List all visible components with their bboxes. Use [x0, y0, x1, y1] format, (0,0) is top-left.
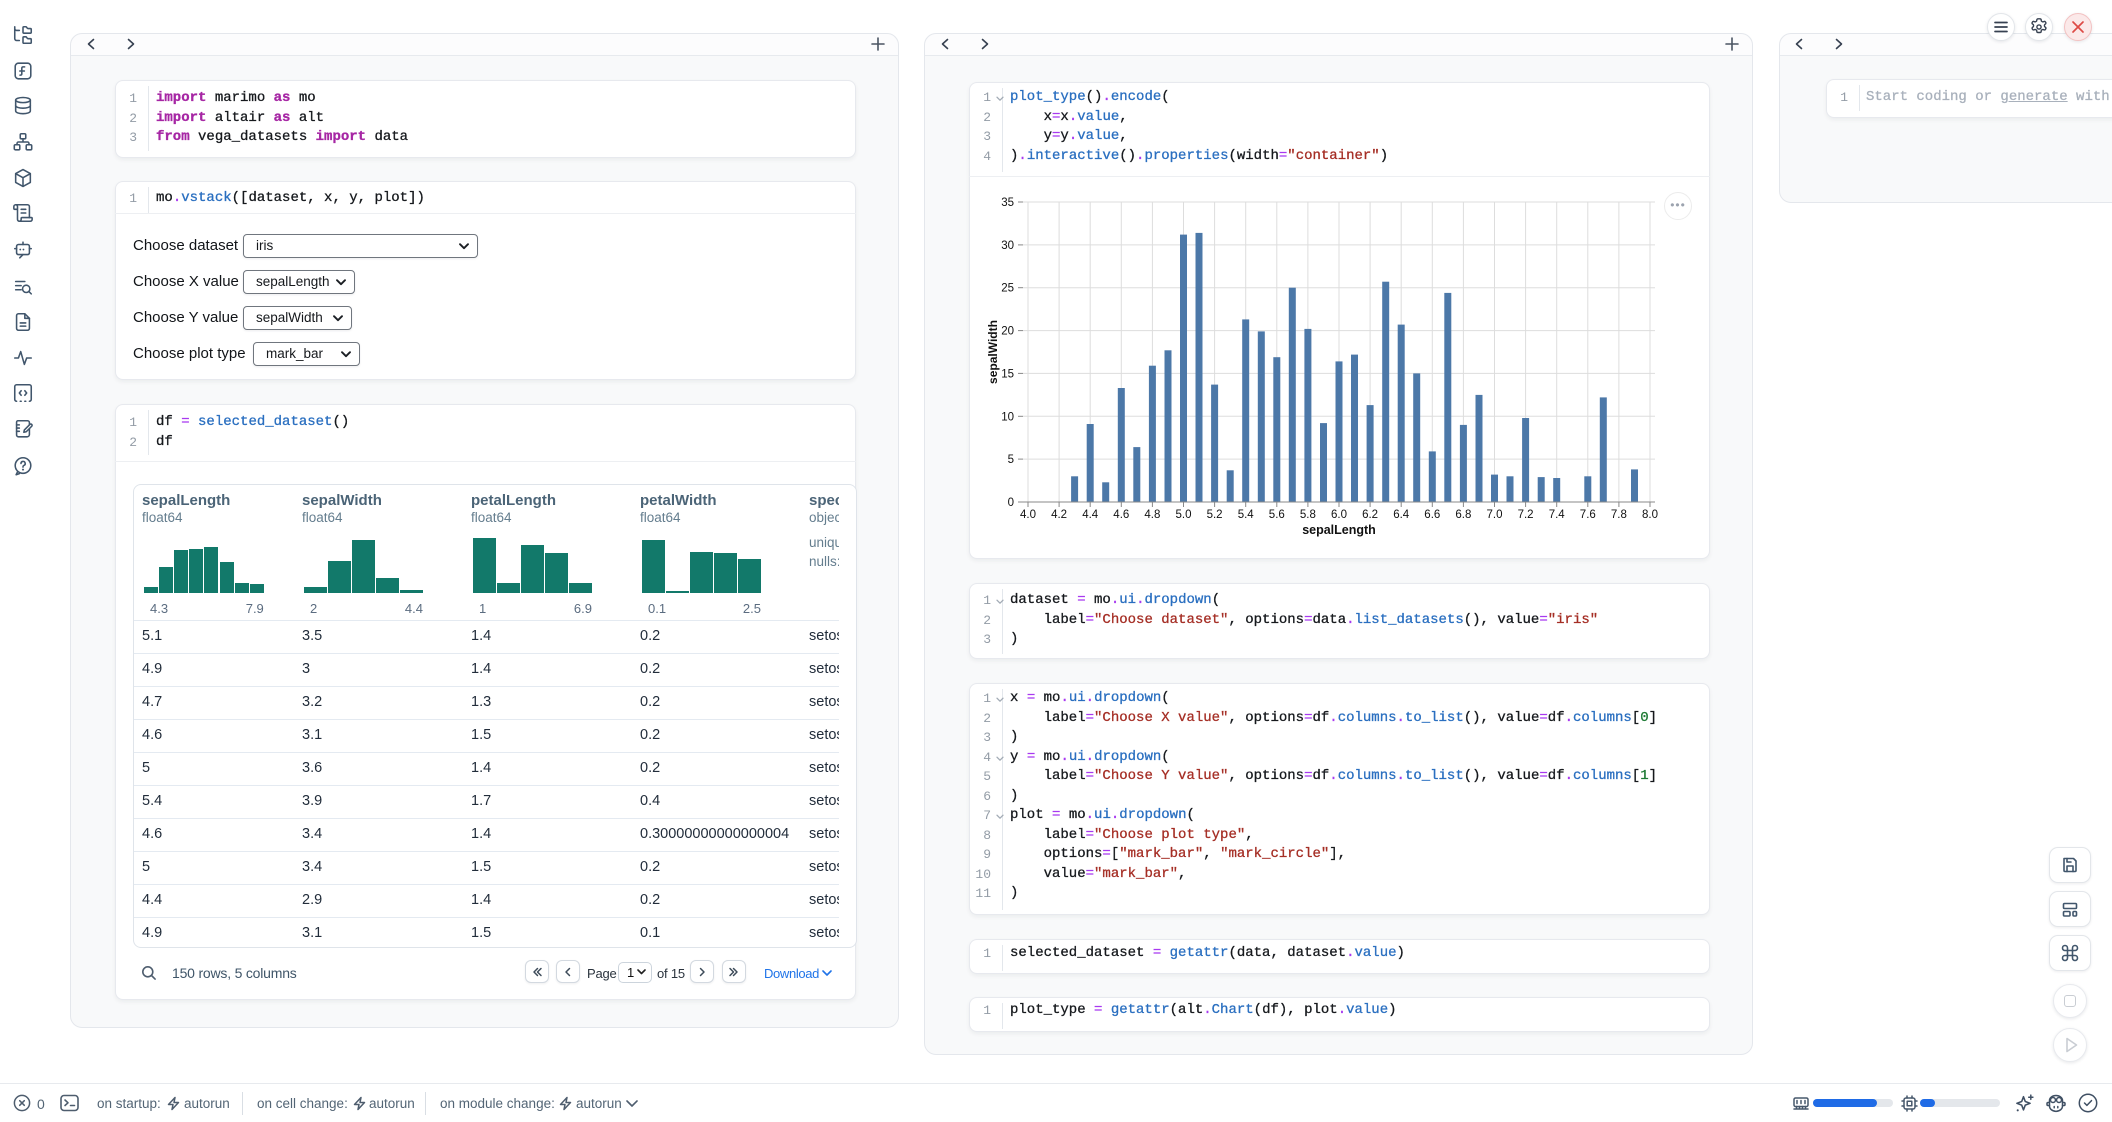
svg-text:4.6: 4.6: [1113, 509, 1129, 521]
svg-text:7.8: 7.8: [1611, 509, 1627, 521]
svg-text:5: 5: [1008, 454, 1014, 466]
svg-text:6.8: 6.8: [1455, 509, 1471, 521]
svg-text:7.6: 7.6: [1580, 509, 1596, 521]
svg-text:6.2: 6.2: [1362, 509, 1378, 521]
svg-text:4.4: 4.4: [1082, 509, 1099, 521]
svg-text:25: 25: [1001, 283, 1014, 295]
svg-text:4.8: 4.8: [1144, 509, 1160, 521]
svg-text:5.8: 5.8: [1300, 509, 1316, 521]
svg-text:sepalWidth: sepalWidth: [986, 320, 1000, 384]
svg-text:0: 0: [1008, 497, 1014, 509]
svg-text:5.4: 5.4: [1238, 509, 1255, 521]
svg-text:10: 10: [1001, 411, 1014, 423]
svg-text:30: 30: [1001, 240, 1014, 252]
svg-text:20: 20: [1001, 326, 1014, 338]
svg-text:6.4: 6.4: [1393, 509, 1410, 521]
svg-text:5.6: 5.6: [1269, 509, 1285, 521]
svg-text:4.0: 4.0: [1020, 509, 1036, 521]
svg-text:35: 35: [1001, 197, 1014, 209]
svg-text:7.2: 7.2: [1518, 509, 1534, 521]
svg-text:15: 15: [1001, 368, 1014, 380]
svg-text:5.2: 5.2: [1207, 509, 1223, 521]
svg-text:6.6: 6.6: [1424, 509, 1440, 521]
svg-text:8.0: 8.0: [1642, 509, 1658, 521]
svg-text:7.0: 7.0: [1487, 509, 1503, 521]
svg-text:6.0: 6.0: [1331, 509, 1347, 521]
svg-text:sepalLength: sepalLength: [1302, 523, 1376, 537]
svg-text:7.4: 7.4: [1549, 509, 1566, 521]
svg-text:5.0: 5.0: [1176, 509, 1192, 521]
svg-text:4.2: 4.2: [1051, 509, 1067, 521]
